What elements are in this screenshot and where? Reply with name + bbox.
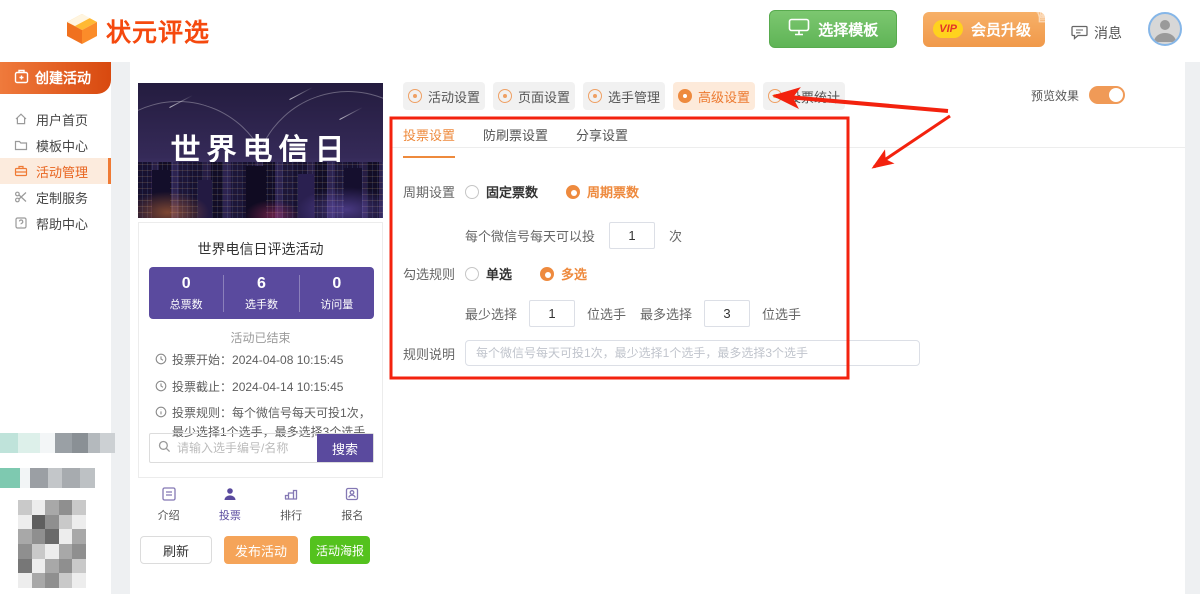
multi-select-radio[interactable] <box>540 267 554 281</box>
tab-intro[interactable]: 介绍 <box>138 486 199 523</box>
activity-title: 世界电信日评选活动 <box>139 239 382 259</box>
monitor-icon <box>788 18 810 40</box>
avatar[interactable] <box>1148 12 1182 46</box>
advanced-settings-icon <box>678 89 692 103</box>
scissors-icon <box>14 190 28 204</box>
tab-activity-settings[interactable]: 活动设置 <box>403 82 485 110</box>
logo-text: 状元评选 <box>106 13 210 49</box>
refresh-button[interactable]: 刷新 <box>140 536 212 564</box>
briefcase-icon <box>14 164 28 178</box>
player-search: 搜索 <box>149 433 374 463</box>
sidebar: 创建活动 用户首页 模板中心 活动管理 <box>0 62 111 594</box>
rule-description-row: 规则说明 <box>403 340 920 366</box>
rule-description-input[interactable] <box>465 340 920 366</box>
header-actions: 选择模板 VIP 会员升级 ♕ 消息 <box>769 10 1182 48</box>
blurred-region <box>0 433 115 453</box>
stat-visits: 0 访问量 <box>299 275 374 312</box>
subtab-vote-settings[interactable]: 投票设置 <box>403 125 455 158</box>
vip-badge: VIP <box>933 20 963 38</box>
tab-advanced-settings[interactable]: 高级设置 <box>673 82 755 110</box>
activity-settings-icon <box>408 89 422 103</box>
city-skyline <box>138 162 383 218</box>
person-icon <box>222 486 238 502</box>
player-search-input[interactable] <box>177 441 307 455</box>
folder-icon <box>14 138 28 152</box>
clock-icon <box>155 352 167 371</box>
per-day-votes-row: 每个微信号每天可以投 次 <box>465 222 682 249</box>
cycle-setting-row: 周期设置 固定票数 周期票数 <box>403 182 639 201</box>
sidebar-nav: 用户首页 模板中心 活动管理 定制服务 <box>0 106 111 236</box>
preview-toggle: 预览效果 <box>1031 86 1125 104</box>
logo-cube-icon <box>64 11 100 50</box>
help-icon <box>14 216 28 230</box>
fixed-votes-radio[interactable] <box>465 185 479 199</box>
tab-ranking[interactable]: 排行 <box>261 486 322 523</box>
choose-template-button[interactable]: 选择模板 <box>769 10 897 48</box>
settings-tabs: 活动设置 页面设置 选手管理 高级设置 投票统计 <box>403 82 845 110</box>
sidebar-item-template-center[interactable]: 模板中心 <box>0 132 111 158</box>
page-settings-icon <box>498 89 512 103</box>
main-panel: 世界电信日 评选活动 世界电信日评选活动 0 总票数 6 选手数 <box>130 62 1185 594</box>
tab-vote-statistics[interactable]: 投票统计 <box>763 82 845 110</box>
sidebar-item-help-center[interactable]: 帮助中心 <box>0 210 111 236</box>
subtab-share-settings[interactable]: 分享设置 <box>576 125 628 158</box>
vote-start-row: 投票开始：2024-04-08 10:15:45 <box>155 351 371 371</box>
stat-total-votes: 0 总票数 <box>149 275 223 312</box>
blurred-qr-region <box>18 500 86 588</box>
app-header: 状元评选 选择模板 VIP 会员升级 ♕ <box>0 0 1200 62</box>
tab-signup[interactable]: 报名 <box>322 486 383 523</box>
preview-actions: 刷新 发布活动 活动海报 <box>140 536 370 564</box>
logo[interactable]: 状元评选 <box>64 11 210 50</box>
max-select-input[interactable] <box>704 300 750 327</box>
sidebar-item-user-home[interactable]: 用户首页 <box>0 106 111 132</box>
sidebar-item-custom-service[interactable]: 定制服务 <box>0 184 111 210</box>
per-day-votes-input[interactable] <box>609 222 655 249</box>
id-card-icon <box>344 486 360 502</box>
publish-activity-button[interactable]: 发布活动 <box>224 536 298 564</box>
vote-statistics-icon <box>768 89 782 103</box>
bar-chart-icon <box>283 486 299 502</box>
activity-status: 活动已结束 <box>139 329 382 346</box>
message-bubble-icon <box>1071 24 1088 43</box>
intro-list-icon <box>161 486 177 502</box>
cycle-votes-radio[interactable] <box>566 185 580 199</box>
single-select-radio[interactable] <box>465 267 479 281</box>
create-activity-button[interactable]: 创建活动 <box>0 62 111 94</box>
activity-preview-card: 世界电信日评选活动 0 总票数 6 选手数 0 访问量 活动已结束 <box>138 222 383 478</box>
min-max-select-row: 最少选择 位选手 最多选择 位选手 <box>465 300 801 327</box>
tab-player-management[interactable]: 选手管理 <box>583 82 665 110</box>
search-icon <box>158 440 171 456</box>
settings-subtabs: 投票设置 防刷票设置 分享设置 <box>403 125 628 158</box>
preview-bottom-tabs: 介绍 投票 排行 报名 <box>138 486 383 523</box>
activity-banner: 世界电信日 评选活动 <box>138 83 383 218</box>
blurred-region <box>0 468 95 488</box>
crown-icon: ♕ <box>1035 6 1051 27</box>
stat-players: 6 选手数 <box>223 275 298 312</box>
member-upgrade-button[interactable]: VIP 会员升级 ♕ <box>923 12 1045 47</box>
home-icon <box>14 112 28 126</box>
sidebar-item-activity-management[interactable]: 活动管理 <box>0 158 111 184</box>
preview-toggle-switch[interactable] <box>1089 86 1125 104</box>
subtab-anti-cheat-settings[interactable]: 防刷票设置 <box>483 125 548 158</box>
check-rule-row: 勾选规则 单选 多选 <box>403 264 587 283</box>
messages-button[interactable]: 消息 <box>1071 23 1122 43</box>
search-button[interactable]: 搜索 <box>317 434 373 462</box>
player-management-icon <box>588 89 602 103</box>
tab-vote[interactable]: 投票 <box>199 486 260 523</box>
page: 状元评选 选择模板 VIP 会员升级 ♕ <box>0 0 1200 594</box>
divider <box>391 147 1185 148</box>
vote-end-row: 投票截止：2024-04-14 10:15:45 <box>155 378 371 398</box>
tab-page-settings[interactable]: 页面设置 <box>493 82 575 110</box>
stats-bar: 0 总票数 6 选手数 0 访问量 <box>149 267 374 319</box>
clock-icon <box>155 379 167 398</box>
create-box-icon <box>14 69 29 87</box>
min-select-input[interactable] <box>529 300 575 327</box>
activity-poster-button[interactable]: 活动海报 <box>310 536 370 564</box>
